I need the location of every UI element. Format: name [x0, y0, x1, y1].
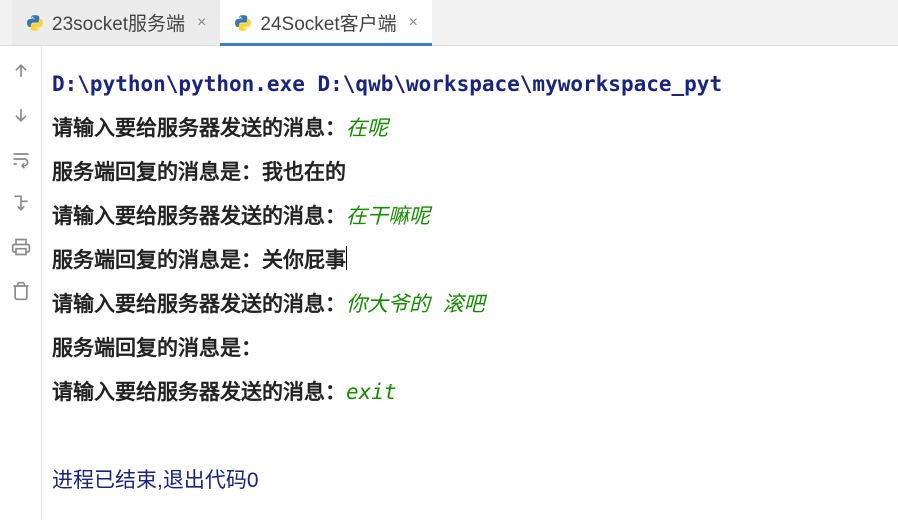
step-down-icon[interactable] — [10, 192, 32, 214]
tab-label: 23socket服务端 — [52, 9, 185, 36]
user-input: exit — [346, 380, 397, 404]
text-cursor — [346, 246, 347, 270]
arrow-down-icon[interactable] — [10, 104, 32, 126]
exit-message: 进程已结束,退出代码0 — [52, 469, 259, 492]
console-line: 服务端回复的消息是： — [52, 326, 888, 370]
blank-line — [52, 414, 888, 458]
tab-23socket-server[interactable]: 23socket服务端 × — [12, 0, 220, 45]
tool-gutter — [0, 46, 42, 520]
command-line: D:\python\python.exe D:\qwb\workspace\my… — [52, 62, 888, 106]
prompt-text: 请输入要给服务器发送的消息： — [52, 292, 346, 316]
server-reply: 我也在的 — [262, 160, 346, 184]
exit-line: 进程已结束,退出代码0 — [52, 458, 888, 502]
tab-24socket-client[interactable]: 24Socket客户端 × — [220, 0, 432, 45]
user-input: 在呢 — [346, 116, 388, 140]
console-line: 请输入要给服务器发送的消息：exit — [52, 370, 888, 414]
user-input: 在干嘛呢 — [346, 204, 430, 228]
tab-label: 24Socket客户端 — [260, 9, 396, 36]
prompt-text: 请输入要给服务器发送的消息： — [52, 204, 346, 228]
close-icon[interactable]: × — [409, 14, 418, 32]
prompt-text: 请输入要给服务器发送的消息： — [52, 116, 346, 140]
tab-strip: 23socket服务端 × 24Socket客户端 × — [0, 0, 898, 46]
exec-path: D:\python\python.exe D:\qwb\workspace\my… — [52, 72, 722, 96]
console-line: 请输入要给服务器发送的消息：在干嘛呢 — [52, 194, 888, 238]
arrow-up-icon[interactable] — [10, 60, 32, 82]
console-line: 服务端回复的消息是：关你屁事 — [52, 238, 888, 282]
wrap-icon[interactable] — [10, 148, 32, 170]
trash-icon[interactable] — [10, 280, 32, 302]
user-input: 你大爷的 滚吧 — [346, 292, 485, 316]
close-icon[interactable]: × — [197, 14, 206, 32]
prompt-text: 请输入要给服务器发送的消息： — [52, 380, 346, 404]
console-output[interactable]: D:\python\python.exe D:\qwb\workspace\my… — [42, 46, 898, 520]
console-line: 服务端回复的消息是：我也在的 — [52, 150, 888, 194]
python-icon — [234, 14, 252, 32]
prompt-text: 服务端回复的消息是： — [52, 248, 262, 272]
server-reply: 关你屁事 — [262, 248, 346, 272]
console-line: 请输入要给服务器发送的消息：在呢 — [52, 106, 888, 150]
prompt-text: 服务端回复的消息是： — [52, 160, 262, 184]
python-icon — [26, 14, 44, 32]
console-line: 请输入要给服务器发送的消息：你大爷的 滚吧 — [52, 282, 888, 326]
print-icon[interactable] — [10, 236, 32, 258]
prompt-text: 服务端回复的消息是： — [52, 336, 262, 360]
